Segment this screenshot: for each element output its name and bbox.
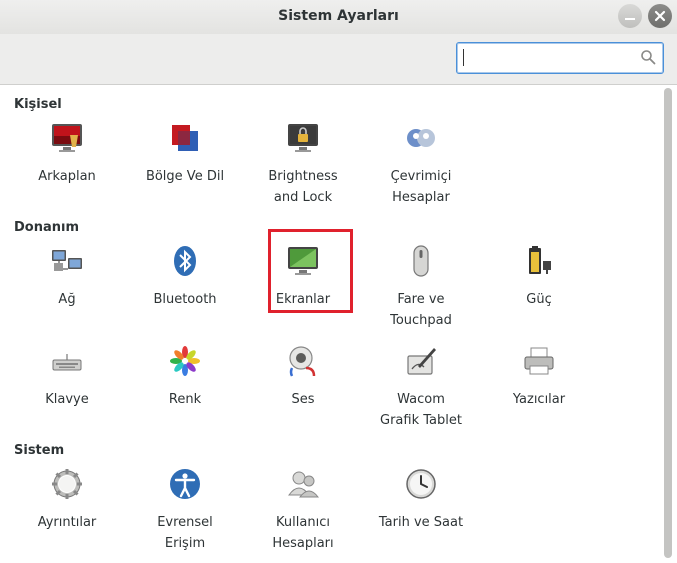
battery-icon <box>529 246 551 274</box>
speaker-icon <box>289 346 316 377</box>
online-accounts-icon <box>407 129 435 147</box>
keyboard-icon <box>52 354 82 371</box>
item-label: Ayrıntılar <box>37 515 97 530</box>
item-region-language[interactable]: Bölge Ve Dil <box>126 121 244 187</box>
minimize-button[interactable] <box>618 4 642 28</box>
toolbar <box>0 34 677 85</box>
item-power[interactable]: Güç <box>480 244 598 310</box>
minimize-icon <box>625 18 635 20</box>
scrollbar-thumb[interactable] <box>664 88 672 558</box>
title-bar: Sistem Ayarları <box>0 0 677 34</box>
item-label: Kullanıcı Hesapları <box>272 515 334 551</box>
item-label: Güç <box>526 292 552 307</box>
item-details[interactable]: Ayrıntılar <box>8 467 126 533</box>
close-button[interactable] <box>648 4 672 28</box>
item-label: Bluetooth <box>153 292 217 307</box>
background-icon <box>52 124 82 152</box>
clock-icon <box>406 469 436 499</box>
item-label: Arkaplan <box>38 169 96 184</box>
item-mouse-touchpad[interactable]: Fare ve Touchpad <box>362 244 480 331</box>
item-printers[interactable]: Yazıcılar <box>480 344 598 410</box>
item-label: Yazıcılar <box>512 392 566 407</box>
item-universal-access[interactable]: Evrensel Erişim <box>126 467 244 554</box>
item-label: Wacom Grafik Tablet <box>380 392 462 428</box>
item-keyboard[interactable]: Klavye <box>8 344 126 410</box>
scrollbar[interactable] <box>661 85 677 563</box>
item-network[interactable]: Ağ <box>8 244 126 310</box>
lock-screen-icon <box>288 124 318 152</box>
item-label: Ses <box>291 392 315 407</box>
window-title: Sistem Ayarları <box>278 8 399 24</box>
item-label: Brightness and Lock <box>268 169 338 205</box>
item-user-accounts[interactable]: Kullanıcı Hesapları <box>244 467 362 554</box>
item-label: Bölge Ve Dil <box>145 169 225 184</box>
item-label: Tarih ve Saat <box>378 515 464 530</box>
item-label: Evrensel Erişim <box>157 515 213 551</box>
search-box[interactable] <box>456 42 664 74</box>
users-icon <box>288 471 320 498</box>
search-input[interactable] <box>462 47 636 69</box>
item-wacom-tablet[interactable]: Wacom Grafik Tablet <box>362 344 480 431</box>
printer-icon <box>524 347 554 375</box>
item-label: Ağ <box>58 292 76 307</box>
flag-icon <box>172 125 198 151</box>
gear-icon <box>52 469 82 499</box>
network-icon <box>52 250 82 271</box>
item-online-accounts[interactable]: Çevrimiçi Hesaplar <box>362 121 480 208</box>
section-hardware: Donanım <box>14 220 80 235</box>
item-bluetooth[interactable]: Bluetooth <box>126 244 244 310</box>
item-label: Renk <box>168 392 202 407</box>
item-color[interactable]: Renk <box>126 344 244 410</box>
tablet-pen-icon <box>407 348 436 375</box>
section-system: Sistem <box>14 443 65 458</box>
item-label: Klavye <box>45 392 89 407</box>
search-icon <box>641 50 656 65</box>
item-label: Çevrimiçi Hesaplar <box>390 169 452 205</box>
item-label: Fare ve Touchpad <box>390 292 452 328</box>
item-background[interactable]: Arkaplan <box>8 121 126 187</box>
mouse-icon <box>413 245 429 277</box>
item-sound[interactable]: Ses <box>244 344 362 410</box>
bluetooth-icon <box>174 246 196 276</box>
section-personal: Kişisel <box>14 97 62 112</box>
text-cursor <box>463 49 464 66</box>
item-date-time[interactable]: Tarih ve Saat <box>362 467 480 533</box>
selection-highlight <box>268 229 353 313</box>
color-icon <box>170 346 200 376</box>
accessibility-icon <box>170 469 200 499</box>
close-icon <box>654 10 666 22</box>
item-brightness-lock[interactable]: Brightness and Lock <box>244 121 362 208</box>
